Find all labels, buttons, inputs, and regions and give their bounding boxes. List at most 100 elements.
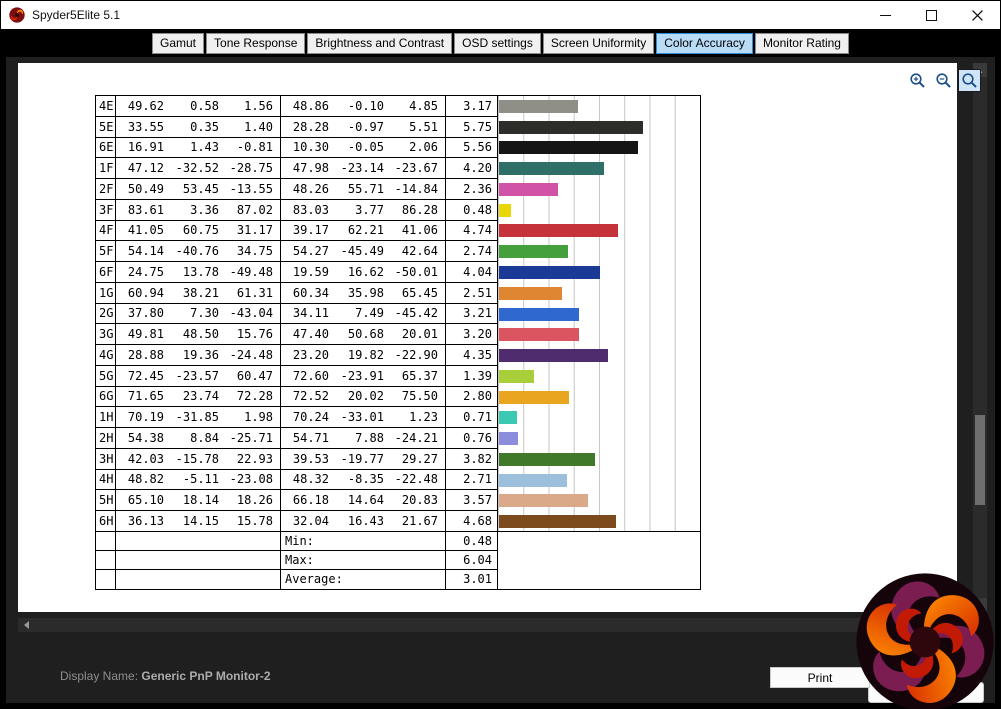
- zoom-out-button[interactable]: [932, 69, 955, 92]
- measured-a: 14.64: [336, 490, 391, 510]
- zoom-in-button[interactable]: [906, 69, 929, 92]
- measured-a: 62.21: [336, 221, 391, 241]
- vertical-scrollbar-thumb[interactable]: [975, 415, 985, 505]
- measured-l: 47.98: [281, 158, 336, 178]
- tab-screen-uniformity[interactable]: Screen Uniformity: [543, 33, 654, 54]
- target-l: 36.13: [116, 511, 171, 531]
- target-a: 19.36: [171, 345, 226, 365]
- measured-a: -8.35: [336, 470, 391, 490]
- measured-b: -22.48: [391, 470, 446, 490]
- target-b: 72.28: [226, 387, 281, 407]
- row-label: 5F: [96, 241, 116, 261]
- tab-brightness-and-contrast[interactable]: Brightness and Contrast: [307, 33, 452, 54]
- summary-row: Min: 0.48: [96, 532, 497, 551]
- target-l: 54.14: [116, 241, 171, 261]
- target-b: -24.48: [226, 345, 281, 365]
- delta-e-value: 2.74: [446, 241, 497, 261]
- row-label: 4E: [96, 96, 116, 116]
- delta-e-value: 2.36: [446, 179, 497, 199]
- target-l: 41.05: [116, 221, 171, 241]
- delta-bar: [499, 328, 579, 341]
- target-a: -31.85: [171, 407, 226, 427]
- tab-color-accuracy[interactable]: Color Accuracy: [656, 33, 753, 54]
- table-row: 3F 83.61 3.36 87.02 83.03 3.77 86.28 0.4…: [96, 200, 497, 221]
- scroll-left-arrow[interactable]: [24, 621, 29, 629]
- row-label: 2G: [96, 304, 116, 324]
- table-row: 5G 72.45 -23.57 60.47 72.60 -23.91 65.37…: [96, 366, 497, 387]
- delta-e-bar-chart: [498, 96, 700, 532]
- delta-bar: [499, 515, 616, 528]
- target-l: 60.94: [116, 283, 171, 303]
- table-row: 6G 71.65 23.74 72.28 72.52 20.02 75.50 2…: [96, 387, 497, 408]
- row-label: 2H: [96, 428, 116, 448]
- measured-l: 19.59: [281, 262, 336, 282]
- delta-e-value: 4.74: [446, 221, 497, 241]
- delta-bar: [499, 141, 638, 154]
- measured-b: 5.51: [391, 117, 446, 137]
- row-label: 4G: [96, 345, 116, 365]
- measured-a: -33.01: [336, 407, 391, 427]
- target-l: 16.91: [116, 138, 171, 158]
- measured-a: 55.71: [336, 179, 391, 199]
- target-a: 18.14: [171, 490, 226, 510]
- summary-value: 3.01: [446, 570, 497, 589]
- row-label: 5G: [96, 366, 116, 386]
- tab-osd-settings[interactable]: OSD settings: [454, 33, 541, 54]
- target-b: 61.31: [226, 283, 281, 303]
- display-name: Display Name: Generic PnP Monitor-2: [60, 669, 271, 683]
- maximize-button[interactable]: [908, 1, 954, 29]
- measured-a: 20.02: [336, 387, 391, 407]
- table-row: 4F 41.05 60.75 31.17 39.17 62.21 41.06 4…: [96, 221, 497, 242]
- target-b: -13.55: [226, 179, 281, 199]
- summary-row: Average: 3.01: [96, 570, 497, 589]
- target-a: 7.30: [171, 304, 226, 324]
- row-label: 2F: [96, 179, 116, 199]
- measured-b: 86.28: [391, 200, 446, 220]
- target-a: -40.76: [171, 241, 226, 261]
- measured-a: 3.77: [336, 200, 391, 220]
- measured-b: -24.21: [391, 428, 446, 448]
- target-a: -23.57: [171, 366, 226, 386]
- delta-bar: [499, 370, 534, 383]
- delta-e-value: 3.21: [446, 304, 497, 324]
- display-name-label: Display Name:: [60, 669, 138, 683]
- summary-label: Average:: [281, 570, 446, 589]
- measured-b: -22.90: [391, 345, 446, 365]
- target-a: -15.78: [171, 449, 226, 469]
- horizontal-scrollbar[interactable]: [18, 618, 957, 632]
- minimize-button[interactable]: [862, 1, 908, 29]
- vertical-scrollbar[interactable]: ▲ ▼: [973, 63, 987, 612]
- target-b: -28.75: [226, 158, 281, 178]
- tab-monitor-rating[interactable]: Monitor Rating: [755, 33, 849, 54]
- measured-l: 10.30: [281, 138, 336, 158]
- row-label: 3F: [96, 200, 116, 220]
- zoom-fit-button[interactable]: [958, 69, 981, 92]
- row-label: 5H: [96, 490, 116, 510]
- titlebar: Spyder5Elite 5.1: [1, 1, 1000, 29]
- measured-l: 48.26: [281, 179, 336, 199]
- zoom-toolbar: [906, 69, 981, 92]
- delta-e-value: 4.20: [446, 158, 497, 178]
- tab-tone-response[interactable]: Tone Response: [206, 33, 305, 54]
- target-b: -49.48: [226, 262, 281, 282]
- app-window: Spyder5Elite 5.1 GamutTone ResponseBrigh…: [0, 0, 1001, 709]
- tab-gamut[interactable]: Gamut: [152, 33, 204, 54]
- target-l: 28.88: [116, 345, 171, 365]
- close-button[interactable]: [954, 1, 1000, 29]
- measured-b: 65.37: [391, 366, 446, 386]
- measured-b: 1.23: [391, 407, 446, 427]
- target-a: 38.21: [171, 283, 226, 303]
- target-b: -25.71: [226, 428, 281, 448]
- delta-e-value: 4.68: [446, 511, 497, 531]
- target-l: 50.49: [116, 179, 171, 199]
- delta-e-value: 4.35: [446, 345, 497, 365]
- target-b: 60.47: [226, 366, 281, 386]
- table-row: 5E 33.55 0.35 1.40 28.28 -0.97 5.51 5.75: [96, 117, 497, 138]
- target-a: 3.36: [171, 200, 226, 220]
- tab-bar: GamutTone ResponseBrightness and Contras…: [1, 29, 1000, 57]
- target-a: 0.35: [171, 117, 226, 137]
- target-a: 13.78: [171, 262, 226, 282]
- row-label: 1F: [96, 158, 116, 178]
- target-a: 48.50: [171, 324, 226, 344]
- delta-bar: [499, 308, 579, 321]
